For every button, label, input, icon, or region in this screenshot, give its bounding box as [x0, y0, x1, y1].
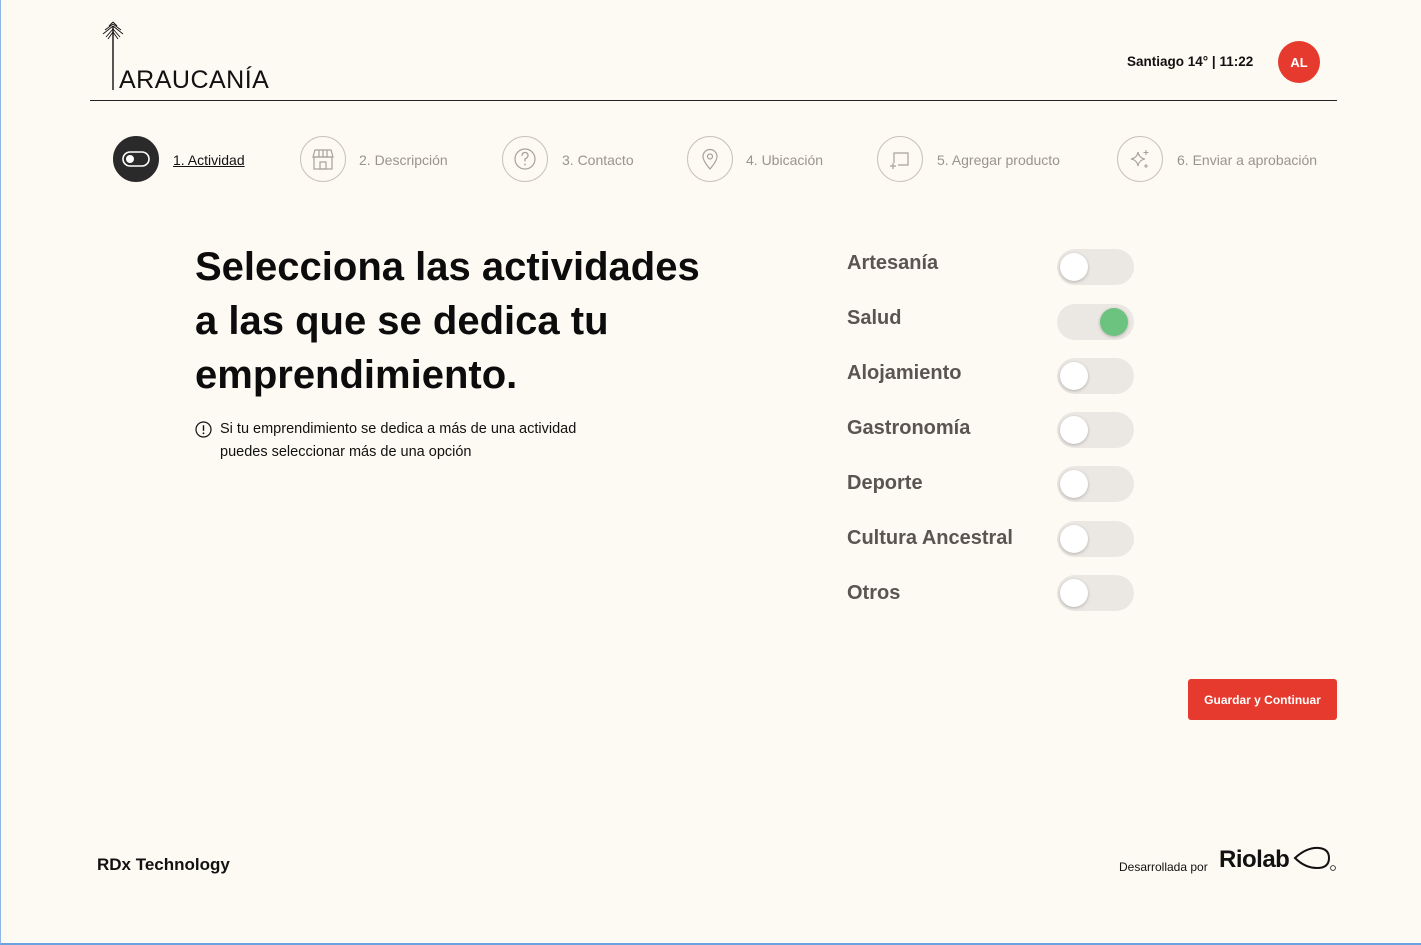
activity-label-gastronomia: Gastronomía	[847, 417, 971, 439]
help-note: Si tu emprendimiento se dedica a más de …	[220, 421, 577, 460]
step-6-circle[interactable]	[1117, 136, 1163, 182]
toggle-knob	[1060, 362, 1088, 390]
activity-label-cultura-ancestral: Cultura Ancestral	[847, 527, 1013, 549]
header-divider	[90, 100, 1337, 101]
step-4-circle[interactable]	[687, 136, 733, 182]
sparkles-icon	[1130, 150, 1149, 168]
question-icon	[514, 148, 536, 170]
save-continue-button[interactable]: Guardar y Continuar	[1188, 679, 1337, 720]
activity-label-salud: Salud	[847, 307, 902, 329]
toggle-alojamiento[interactable]	[1057, 358, 1134, 394]
step-6-label[interactable]: 6. Enviar a aprobación	[1177, 152, 1317, 168]
step-2-label[interactable]: 2. Descripción	[359, 152, 448, 168]
add-frame-icon	[890, 152, 909, 169]
step-3-label[interactable]: 3. Contacto	[562, 152, 634, 168]
developer-logo-text[interactable]: Riolab	[1219, 846, 1290, 874]
activity-label-artesania: Artesanía	[847, 252, 939, 274]
toggle-knob	[1100, 308, 1128, 336]
store-icon	[312, 149, 334, 170]
user-avatar[interactable]: AL	[1278, 41, 1320, 83]
riolab-leaf-icon	[1293, 844, 1337, 877]
toggle-knob	[1060, 470, 1088, 498]
step-2-circle[interactable]	[300, 136, 346, 182]
toggle-otros[interactable]	[1057, 575, 1134, 611]
araucania-logo: ARAUCANÍA	[97, 18, 277, 94]
activity-label-deporte: Deporte	[847, 472, 923, 494]
brand-name: ARAUCANÍA	[119, 66, 270, 94]
toggle-gastronomia[interactable]	[1057, 412, 1134, 448]
step-5-label[interactable]: 5. Agregar producto	[937, 152, 1060, 168]
toggle-artesania[interactable]	[1057, 249, 1134, 285]
activity-label-otros: Otros	[847, 582, 901, 604]
step-5-circle[interactable]	[877, 136, 923, 182]
step-3-circle[interactable]	[502, 136, 548, 182]
toggle-knob	[1060, 525, 1088, 553]
toggle-deporte[interactable]	[1057, 466, 1134, 502]
weather-time: Santiago 14° | 11:22	[1127, 54, 1254, 69]
toggle-salud[interactable]	[1057, 304, 1134, 340]
company-name: RDx Technology	[97, 855, 230, 874]
step-4-label[interactable]: 4. Ubicación	[746, 152, 823, 168]
toggle-knob	[1060, 253, 1088, 281]
toggle-knob	[1060, 579, 1088, 607]
exclamation-circle-icon	[195, 421, 212, 443]
developed-by-label: Desarrollada por	[1119, 860, 1208, 874]
toggle-knob	[1060, 416, 1088, 444]
page-title: Selecciona las actividades a las que se …	[195, 245, 700, 397]
toggle-icon	[122, 151, 150, 167]
toggle-cultura-ancestral[interactable]	[1057, 521, 1134, 557]
location-pin-icon	[702, 148, 718, 170]
activity-label-alojamiento: Alojamiento	[847, 362, 962, 384]
step-1-label[interactable]: 1. Actividad	[173, 152, 245, 168]
step-1-circle[interactable]	[113, 136, 159, 182]
